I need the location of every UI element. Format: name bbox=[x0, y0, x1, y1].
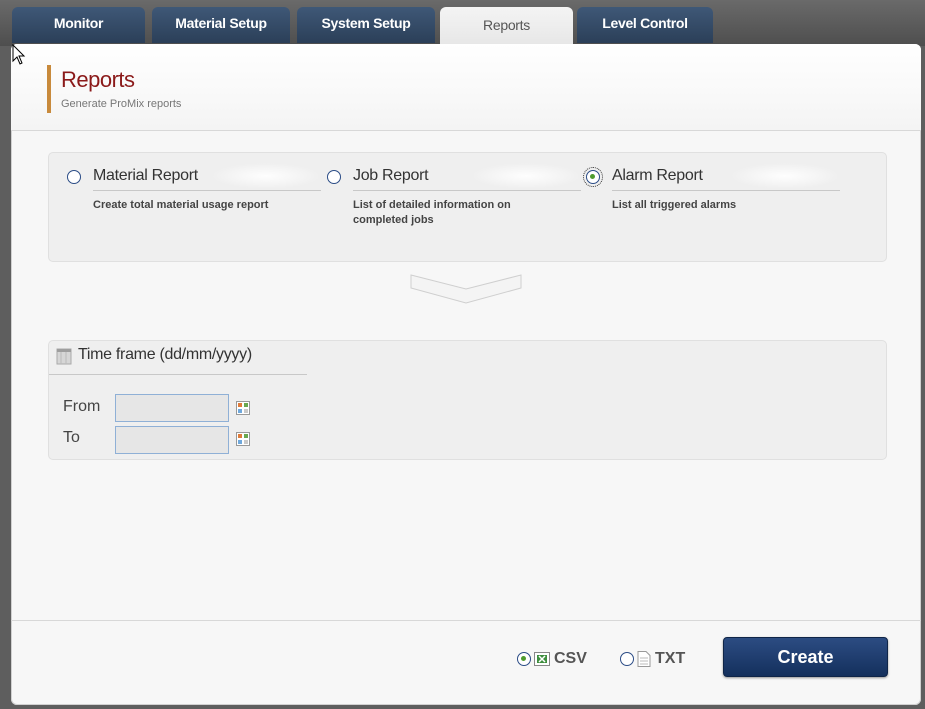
from-date-input[interactable] bbox=[115, 394, 229, 422]
job-report-radio[interactable] bbox=[327, 170, 341, 184]
tab-material-setup[interactable]: Material Setup bbox=[152, 7, 290, 43]
alarm-report-label: Alarm Report bbox=[612, 167, 703, 184]
job-report-description: List of detailed information on complete… bbox=[353, 199, 511, 226]
txt-label: TXT bbox=[655, 650, 686, 667]
calendar-header-icon bbox=[56, 348, 72, 365]
format-option-txt[interactable]: TXT bbox=[620, 650, 685, 668]
tab-monitor[interactable]: Monitor bbox=[12, 7, 145, 43]
from-calendar-icon[interactable] bbox=[236, 401, 250, 415]
mouse-pointer-icon bbox=[12, 44, 26, 65]
txt-radio[interactable] bbox=[620, 652, 634, 666]
alarm-report-radio[interactable] bbox=[583, 167, 603, 187]
to-date-input[interactable] bbox=[115, 426, 229, 454]
job-report-label: Job Report bbox=[353, 167, 429, 184]
csv-radio[interactable] bbox=[517, 652, 531, 666]
material-report-label: Material Report bbox=[93, 167, 198, 184]
page-header: Reports Generate ProMix reports bbox=[11, 44, 921, 131]
spreadsheet-icon bbox=[534, 652, 550, 666]
chevron-down-icon bbox=[410, 274, 522, 304]
from-label: From bbox=[63, 398, 101, 415]
to-label: To bbox=[63, 429, 80, 446]
header-accent-bar bbox=[47, 65, 51, 113]
format-option-csv[interactable]: CSV bbox=[517, 650, 587, 668]
reports-panel: Reports Generate ProMix reports Material… bbox=[11, 44, 921, 705]
divider bbox=[49, 374, 307, 375]
tab-reports[interactable]: Reports bbox=[440, 7, 573, 47]
tab-system-setup[interactable]: System Setup bbox=[297, 7, 435, 43]
create-button[interactable]: Create bbox=[723, 637, 888, 677]
material-report-description: Create total material usage report bbox=[93, 199, 269, 211]
material-report-radio[interactable] bbox=[67, 170, 81, 184]
page-title: Reports bbox=[61, 67, 135, 92]
alarm-report-description: List all triggered alarms bbox=[612, 199, 737, 211]
csv-label: CSV bbox=[554, 650, 587, 667]
page-subtitle: Generate ProMix reports bbox=[61, 98, 182, 110]
time-frame-group: Time frame (dd/mm/yyyy) From To bbox=[48, 340, 887, 460]
footer-divider bbox=[11, 620, 921, 621]
text-file-icon bbox=[637, 651, 651, 667]
report-type-group: Material Report Create total material us… bbox=[48, 152, 887, 262]
time-frame-title: Time frame (dd/mm/yyyy) bbox=[78, 346, 252, 363]
tab-level-control[interactable]: Level Control bbox=[577, 7, 713, 43]
to-calendar-icon[interactable] bbox=[236, 432, 250, 446]
